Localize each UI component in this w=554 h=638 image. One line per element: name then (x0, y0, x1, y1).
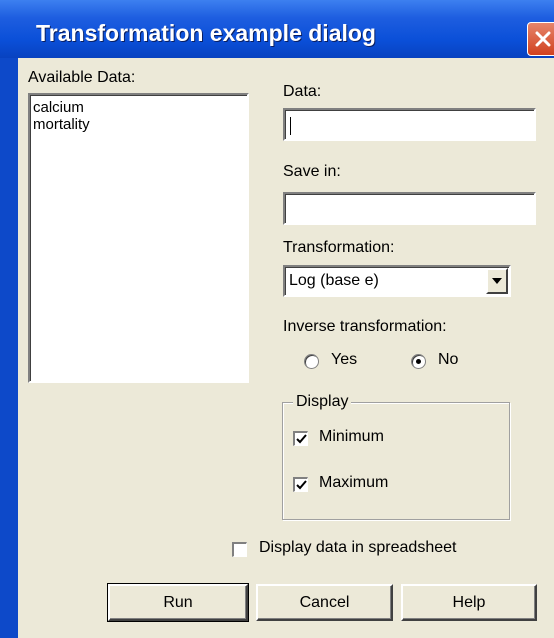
transformation-selected-value: Log (base e) (289, 272, 379, 289)
minimum-checkbox[interactable] (293, 431, 308, 446)
cancel-button[interactable]: Cancel (256, 584, 393, 621)
list-item[interactable]: mortality (30, 116, 247, 133)
inverse-yes-radio[interactable] (304, 354, 319, 369)
inverse-label: Inverse transformation: (283, 318, 447, 335)
checkmark-icon (296, 480, 307, 490)
text-caret (290, 117, 291, 135)
save-in-label: Save in: (283, 163, 341, 180)
dialog-window: Transformation example dialog Available … (0, 0, 554, 638)
checkmark-icon (296, 434, 307, 444)
display-group-title: Display (293, 393, 352, 411)
data-label: Data: (283, 83, 322, 100)
spreadsheet-checkbox[interactable] (232, 542, 247, 557)
run-button[interactable]: Run (107, 583, 249, 622)
dropdown-button[interactable] (486, 268, 508, 294)
inverse-yes-label[interactable]: Yes (331, 351, 357, 369)
inverse-no-radio[interactable] (411, 354, 426, 369)
inverse-no-label[interactable]: No (438, 351, 458, 369)
spreadsheet-label[interactable]: Display data in spreadsheet (259, 539, 456, 557)
radio-selected-dot (416, 359, 421, 364)
data-input[interactable] (283, 108, 536, 141)
maximum-checkbox[interactable] (293, 477, 308, 492)
available-data-label: Available Data: (28, 69, 136, 86)
save-in-input[interactable] (283, 192, 536, 225)
list-item[interactable]: calcium (30, 99, 247, 116)
close-icon (535, 31, 551, 47)
minimum-label[interactable]: Minimum (319, 428, 384, 446)
dialog-body: Available Data: calcium mortality Data: … (18, 58, 554, 638)
transformation-select[interactable]: Log (base e) (283, 265, 511, 297)
window-title: Transformation example dialog (36, 20, 376, 46)
transformation-label: Transformation: (283, 239, 395, 256)
maximum-label[interactable]: Maximum (319, 474, 388, 492)
close-button[interactable] (527, 22, 554, 56)
available-data-list[interactable]: calcium mortality (28, 93, 249, 383)
title-bar[interactable]: Transformation example dialog (0, 0, 554, 58)
display-group: Display Minimum Maximum (282, 393, 510, 520)
chevron-down-icon (492, 278, 502, 284)
help-button[interactable]: Help (401, 584, 537, 621)
window-frame-left (0, 58, 18, 638)
